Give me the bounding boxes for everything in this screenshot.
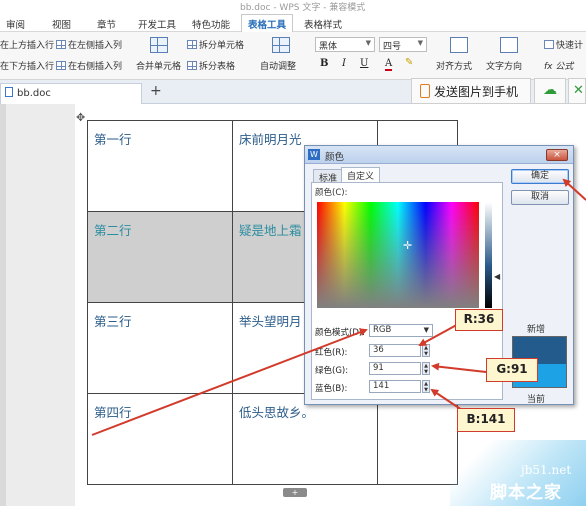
x-icon: ✕ <box>573 83 584 98</box>
auto-fit-icon <box>272 37 290 53</box>
colors-label: 颜色(C): <box>315 188 348 198</box>
split-table-icon <box>187 61 197 70</box>
cloud-icon: ☁ <box>543 82 557 98</box>
tab-custom[interactable]: 自定义 <box>341 167 381 183</box>
underline-button[interactable]: U <box>360 58 368 69</box>
table-cell[interactable] <box>377 393 458 485</box>
crosshair-icon[interactable]: ✛ <box>403 239 412 252</box>
current-color-label: 当前 <box>527 395 546 405</box>
cancel-button[interactable]: 取消 <box>511 190 569 205</box>
wps-logo-icon: W <box>308 149 320 160</box>
red-label: 红色(R): <box>315 348 348 358</box>
color-mode-label: 颜色模式(D): <box>315 328 366 338</box>
send-to-phone-button[interactable]: 发送图片到手机 <box>411 78 531 104</box>
merge-cells-icon <box>150 37 168 53</box>
tab-table-styles[interactable]: 表格样式 <box>304 17 342 31</box>
tab-review[interactable]: 审阅 <box>6 17 25 31</box>
phone-icon <box>420 84 430 98</box>
green-label: 绿色(G): <box>315 366 349 376</box>
blue-input[interactable]: 141 <box>369 380 421 393</box>
color-mode-select[interactable]: RGB ▼ <box>369 324 433 337</box>
insert-column-icon <box>56 40 66 49</box>
table-cell[interactable]: 第三行 <box>87 302 233 394</box>
title-bar: bb.doc - WPS 文字 - 兼容模式 <box>0 0 586 14</box>
insert-row-above-button[interactable]: 在上方插入行 <box>0 38 54 51</box>
close-button[interactable]: × <box>546 149 568 161</box>
luminance-slider[interactable] <box>485 202 492 308</box>
font-size-select[interactable]: 四号 ▼ <box>379 37 427 52</box>
split-table-button[interactable]: 拆分表格 <box>187 59 235 72</box>
dialog-title: 颜色 <box>325 152 345 163</box>
color-spectrum[interactable] <box>317 202 479 308</box>
ribbon: 在上方插入行 在下方插入行 在左侧插入列 在右侧插入列 合并单元格 拆分单元格 … <box>0 32 586 80</box>
dialog-title-bar: W 颜色 × <box>305 146 573 164</box>
text-direction-icon <box>500 37 518 53</box>
table-cell[interactable]: 第四行 <box>87 393 233 485</box>
tab-view[interactable]: 视图 <box>52 17 71 31</box>
table-move-handle-icon[interactable]: ✥ <box>76 111 85 124</box>
new-tab-button[interactable]: + <box>150 83 162 99</box>
chevron-down-icon: ▼ <box>423 326 429 334</box>
table-cell[interactable]: 第一行 <box>87 120 233 212</box>
green-input[interactable]: 91 <box>369 362 421 375</box>
highlight-icon[interactable]: ✎ <box>405 57 413 68</box>
blue-spinner[interactable]: ▲ ▼ <box>422 380 430 393</box>
document-icon <box>5 87 13 97</box>
align-icon <box>450 37 468 53</box>
text-direction-button[interactable]: 文字方向 <box>486 59 522 72</box>
watermark-site: jb51.net <box>521 463 572 477</box>
red-spinner[interactable]: ▲ ▼ <box>422 344 430 357</box>
window-title: bb.doc - WPS 文字 - 兼容模式 <box>240 3 366 13</box>
insert-col-left-button[interactable]: 在左侧插入列 <box>56 38 122 51</box>
auto-fit-button[interactable]: 自动调整 <box>260 59 296 72</box>
green-spinner[interactable]: ▲ ▼ <box>422 362 430 375</box>
slider-arrow-icon[interactable]: ◀ <box>494 272 500 281</box>
split-cells-icon <box>187 40 197 49</box>
chevron-down-icon: ▼ <box>365 39 371 47</box>
blue-label: 蓝色(B): <box>315 384 348 394</box>
extra-button[interactable]: ✕ <box>568 78 586 104</box>
italic-button[interactable]: I <box>342 58 346 69</box>
add-row-button[interactable]: + <box>283 488 307 497</box>
green-callout: G:91 <box>486 358 538 382</box>
align-button[interactable]: 对齐方式 <box>436 59 472 72</box>
insert-column-icon <box>56 61 66 70</box>
left-ruler <box>0 104 6 506</box>
cloud-button[interactable]: ☁ <box>534 78 566 104</box>
ok-button[interactable]: 确定 <box>511 169 569 184</box>
font-color-button[interactable]: A <box>385 58 393 71</box>
watermark-name: 脚本之家 <box>490 483 562 503</box>
tab-chapter[interactable]: 章节 <box>97 17 116 31</box>
document-tab[interactable]: bb.doc <box>0 83 142 104</box>
new-color-label: 新增 <box>527 325 546 335</box>
table-cell[interactable]: 低头思故乡。 <box>232 393 378 485</box>
tab-table-tools[interactable]: 表格工具 <box>241 14 294 33</box>
calculator-icon <box>544 40 554 49</box>
tab-developer[interactable]: 开发工具 <box>138 17 176 31</box>
red-callout: R:36 <box>455 309 503 331</box>
merge-cells-button[interactable]: 合并单元格 <box>136 59 181 72</box>
quick-calc-button[interactable]: 快速计 <box>544 38 583 51</box>
tab-standard[interactable]: 标准 <box>313 169 344 184</box>
chevron-down-icon: ▼ <box>417 39 423 47</box>
split-cells-button[interactable]: 拆分单元格 <box>187 38 244 51</box>
insert-row-below-button[interactable]: 在下方插入行 <box>0 59 54 72</box>
bold-button[interactable]: B <box>320 58 328 69</box>
insert-col-right-button[interactable]: 在右侧插入列 <box>56 59 122 72</box>
font-name-select[interactable]: 黑体 ▼ <box>315 37 375 52</box>
menu-bar: 审阅 视图 章节 开发工具 特色功能 表格工具 表格样式 <box>0 14 586 33</box>
red-input[interactable]: 36 <box>369 344 421 357</box>
formula-button[interactable]: fx 公式 <box>544 59 573 72</box>
tab-features[interactable]: 特色功能 <box>192 17 230 31</box>
table-row: 第四行 低头思故乡。 <box>87 393 458 485</box>
blue-callout: B:141 <box>457 408 515 432</box>
table-cell[interactable]: 第二行 <box>87 211 233 303</box>
